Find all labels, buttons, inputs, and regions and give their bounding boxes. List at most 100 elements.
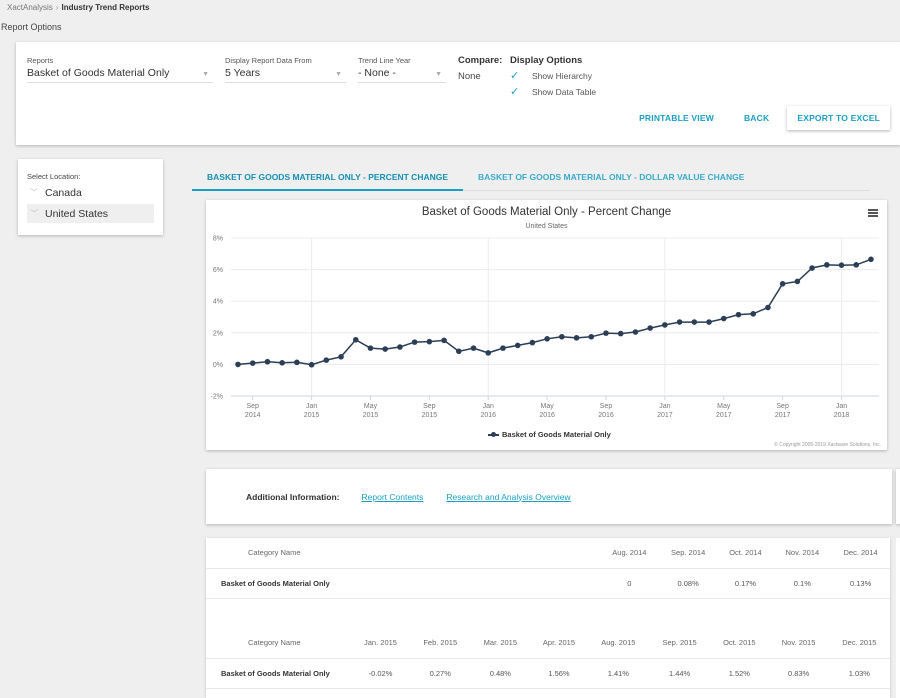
chevron-down-icon: ﹀ (30, 209, 38, 218)
table-header-row: Category Name Jan. 2015 Feb. 2015 Mar. 2… (206, 628, 890, 658)
x-tick-label: Jan (836, 403, 847, 410)
column-header: Oct. 2014 (729, 548, 762, 558)
reports-value: Basket of Goods Material Only (27, 67, 170, 79)
select-location-label: Select Location: (27, 172, 81, 181)
trend-line-year-value: - None - (358, 67, 396, 79)
data-point (411, 339, 418, 345)
display-options-label: Display Options (510, 55, 583, 66)
x-tick-label: Sep (246, 403, 259, 410)
column-header: Nov. 2014 (785, 548, 820, 558)
hamburger-menu-icon[interactable] (868, 209, 878, 217)
data-point (603, 330, 609, 336)
reports-label: Reports (27, 56, 54, 65)
data-point (470, 345, 477, 351)
report-contents-link[interactable]: Report Contents (362, 492, 424, 502)
legend-line-marker-icon (488, 432, 499, 438)
data-point (279, 360, 285, 366)
data-point (838, 262, 845, 268)
x-tick-label: Jan (306, 403, 317, 410)
data-point (617, 330, 624, 337)
data-point (441, 337, 447, 344)
data-point (485, 350, 492, 356)
data-point (382, 346, 388, 352)
table-cell: 0.48% (470, 657, 531, 689)
chart-copyright: © Copyright 2005-2019 Xactware Solutions… (774, 442, 881, 448)
table-cell: 1.44% (648, 657, 711, 689)
table-cell: 0.1% (773, 567, 832, 599)
chart-card: -2% 0% 2% 4% 6% 8% Sep 2014 Jan 2015 May 2015 Sep 201… (206, 200, 887, 450)
x-tick-label: Sep (600, 403, 613, 410)
x-tick-label: 2015 (363, 412, 379, 419)
breadcrumb-root[interactable]: XactAnalysis (7, 3, 53, 12)
series-line (237, 258, 872, 366)
export-to-excel-button[interactable]: EXPORT TO EXCEL (787, 106, 890, 130)
table-cell: 1.03% (828, 657, 890, 689)
column-header: Oct. 2015 (723, 638, 756, 648)
location-item-label: United States (45, 207, 109, 220)
tab-dollar-value-change[interactable]: BASKET OF GOODS MATERIAL ONLY - DOLLAR V… (463, 162, 759, 191)
breadcrumb: XactAnalysis › Industry Trend Reports (7, 3, 149, 12)
location-panel: Select Location: ﹀ Canada ﹀ United State… (18, 159, 163, 235)
table-cell: Basket of Goods Material Only (206, 657, 351, 689)
location-item-united-states[interactable]: ﹀ United States (27, 204, 154, 223)
additional-info-card: Additional Information: Report Contents … (206, 469, 892, 524)
display-from-select[interactable]: Display Report Data From 5 Years ▼ (225, 56, 346, 83)
show-data-table-checkbox[interactable]: ✓ Show Data Table (510, 85, 596, 98)
data-point (235, 361, 241, 368)
table-cell: 0 (600, 567, 659, 599)
table-cell: Basket of Goods Material Only (206, 567, 600, 599)
x-tick-label: 2015 (304, 412, 320, 419)
data-point (706, 319, 712, 325)
data-point (676, 319, 683, 325)
reports-select[interactable]: Reports Basket of Goods Material Only ▼ (27, 56, 213, 83)
column-header: Feb. 2015 (423, 638, 458, 648)
data-point (573, 335, 580, 341)
data-point (735, 311, 742, 318)
tab-percent-change[interactable]: BASKET OF GOODS MATERIAL ONLY - PERCENT … (192, 162, 464, 191)
x-tick-label: 2018 (834, 412, 850, 419)
show-data-table-label: Show Data Table (532, 86, 597, 97)
column-header: Dec. 2015 (842, 638, 877, 648)
location-item-label: Canada (45, 186, 82, 199)
data-point (456, 348, 462, 355)
chart-title: Basket of Goods Material Only - Percent … (421, 206, 672, 218)
data-point (544, 336, 550, 342)
printable-view-button[interactable]: PRINTABLE VIEW (629, 107, 724, 129)
data-point (294, 359, 300, 366)
data-point (397, 344, 403, 350)
x-tick-label: 2016 (598, 412, 614, 419)
back-button[interactable]: BACK (734, 107, 779, 129)
column-header: Mar. 2015 (483, 638, 518, 648)
location-item-canada[interactable]: ﹀ Canada (27, 183, 154, 202)
x-tick-label: May (364, 403, 378, 410)
display-from-value: 5 Years (225, 67, 261, 79)
show-hierarchy-checkbox[interactable]: ✓ Show Hierarchy (510, 69, 596, 82)
data-point (529, 339, 536, 346)
data-point (367, 345, 374, 351)
data-point (779, 281, 786, 287)
column-header: Nov. 2015 (781, 638, 816, 648)
data-point (662, 322, 668, 328)
additional-info-label: Additional Information: (246, 491, 340, 502)
table-cell: 1.56% (530, 657, 588, 689)
trend-line-year-select[interactable]: Trend Line Year - None - ▼ (358, 56, 446, 83)
data-point (853, 262, 860, 268)
data-point (824, 262, 830, 268)
table-cell: 0.13% (831, 567, 890, 599)
data-point (720, 315, 727, 322)
chevron-down-icon: ﹀ (30, 188, 38, 197)
show-hierarchy-label: Show Hierarchy (532, 70, 592, 81)
x-tick-label: 2015 (422, 412, 438, 419)
compare-value[interactable]: None (458, 71, 502, 82)
data-point (588, 333, 595, 340)
column-header: Dec. 2014 (843, 548, 878, 558)
legend-item[interactable]: Basket of Goods Material Only (488, 430, 611, 439)
data-point (249, 360, 256, 366)
column-header: Aug. 2015 (601, 638, 636, 648)
x-tick-label: Jan (659, 403, 670, 410)
data-point (647, 325, 653, 331)
x-tick-label: 2017 (716, 412, 732, 419)
research-analysis-overview-link[interactable]: Research and Analysis Overview (446, 492, 570, 502)
report-tabs: BASKET OF GOODS MATERIAL ONLY - PERCENT … (192, 162, 870, 191)
data-point (868, 256, 874, 263)
